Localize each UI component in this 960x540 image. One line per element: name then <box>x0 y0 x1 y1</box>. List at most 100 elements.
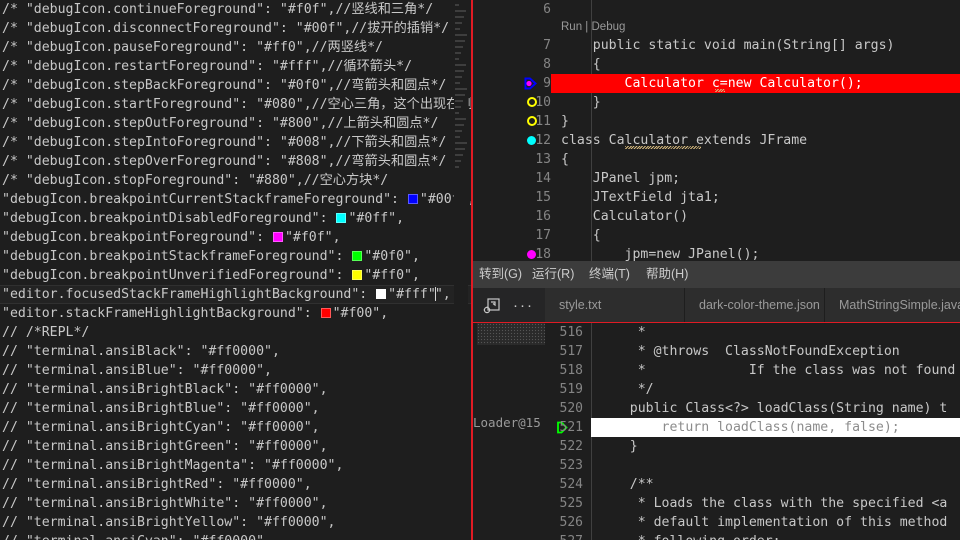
tab-bar-actions[interactable]: ··· <box>473 288 545 323</box>
left-code-line[interactable]: "debugIcon.breakpointCurrentStackframeFo… <box>0 190 475 209</box>
top-editor-row[interactable]: 17 { <box>473 226 960 245</box>
menu-item-0[interactable]: 转到(G) <box>473 261 528 288</box>
left-code-line[interactable]: // "terminal.ansiBrightBlue": "#ff0000", <box>0 399 475 418</box>
line-number: 521 <box>559 420 583 435</box>
codelens-run-debug[interactable]: Run | Debug <box>473 19 960 36</box>
left-code-line[interactable]: "debugIcon.breakpointStackframeForegroun… <box>0 247 475 266</box>
editor-tab[interactable]: dark-color-theme.json <box>685 288 825 323</box>
more-actions-icon[interactable]: ··· <box>513 288 534 323</box>
bottom-editor-row[interactable]: 520 public Class<?> loadClass(String nam… <box>473 399 960 418</box>
left-code-line[interactable]: "editor.stackFrameHighlightBackground": … <box>0 304 475 323</box>
bottom-editor-row[interactable]: 519 */ <box>473 380 960 399</box>
top-editor-row[interactable]: 11} <box>473 112 960 131</box>
minimap-line <box>455 154 463 156</box>
top-editor-row[interactable]: 9 Calculator c=new Calculator(); <box>473 74 960 93</box>
left-code-line[interactable]: // /*REPL*/ <box>0 323 475 342</box>
color-swatch[interactable] <box>272 232 283 242</box>
codelens-run-link[interactable]: Run <box>561 21 582 33</box>
top-editor-row[interactable]: 7 public static void main(String[] args) <box>473 36 960 55</box>
code-text: /* "debugIcon.stepBackForeground": "#0f0… <box>2 78 447 93</box>
left-code-line[interactable]: /* "debugIcon.continueForeground": "#f0f… <box>0 0 475 19</box>
left-code-line[interactable]: /* "debugIcon.disconnectForeground": "#0… <box>0 19 475 38</box>
top-editor-rows[interactable]: 6 Run | Debug 7 public static void main(St… <box>473 0 960 261</box>
split-editor-icon[interactable] <box>483 297 501 315</box>
color-swatch[interactable] <box>352 270 363 280</box>
codelens-debug-link[interactable]: Debug <box>592 21 626 33</box>
code-text: // "terminal.ansiCyan": "#ff0000", <box>2 534 272 540</box>
left-code-line[interactable]: "editor.focusedStackFrameHighlightBackgr… <box>0 285 475 304</box>
color-swatch[interactable] <box>407 194 418 204</box>
left-code-line[interactable]: /* "debugIcon.stopForeground": "#880",//… <box>0 171 475 190</box>
error-squiggle <box>715 89 725 92</box>
bottom-editor-row[interactable]: 518 * If the class was not found <box>473 361 960 380</box>
left-code-line[interactable]: /* "debugIcon.stepIntoForeground": "#008… <box>0 133 475 152</box>
left-code-line[interactable]: // "terminal.ansiBlue": "#ff0000", <box>0 361 475 380</box>
top-editor-row[interactable]: 12 class Calculator extends JFrame <box>473 131 960 150</box>
line-number: 9 <box>543 76 551 91</box>
bottom-editor-row[interactable]: 524 /** <box>473 475 960 494</box>
top-editor-row[interactable]: 13 { <box>473 150 960 169</box>
left-code-line[interactable]: // "terminal.ansiBlack": "#ff0000", <box>0 342 475 361</box>
bottom-editor-row[interactable]: 521 return loadClass(name, false); <box>473 418 960 437</box>
minimap-line <box>455 88 467 90</box>
color-swatch[interactable] <box>336 213 347 223</box>
top-editor-row[interactable]: 10 } <box>473 93 960 112</box>
color-swatch[interactable] <box>352 251 363 261</box>
bottom-editor-row[interactable]: 525 * Loads the class with the specified… <box>473 494 960 513</box>
minimap-line <box>455 40 465 42</box>
code-value: "#f0f", <box>284 230 341 245</box>
left-code-line[interactable]: /* "debugIcon.pauseForeground": "#ff0",/… <box>0 38 475 57</box>
bottom-editor-rows[interactable]: 516 * 517 * @throws ClassNotFoundExceptio… <box>473 323 960 540</box>
code-text: // "terminal.ansiBrightCyan": "#ff0000", <box>2 420 320 435</box>
menu-item-1[interactable]: 运行(R) <box>526 261 580 288</box>
bottom-editor-row[interactable]: 516 * <box>473 323 960 342</box>
bottom-editor-row[interactable]: 523 <box>473 456 960 475</box>
top-editor-row[interactable]: 8 { <box>473 55 960 74</box>
editor-tab[interactable]: style.txt <box>545 288 685 323</box>
left-code-line[interactable]: /* "debugIcon.stepBackForeground": "#0f0… <box>0 76 475 95</box>
top-code-editor[interactable]: 6 Run | Debug 7 public static void main(St… <box>473 0 960 261</box>
bottom-editor-row[interactable]: 526 * default implementation of this met… <box>473 513 960 532</box>
bottom-editor-row[interactable]: 527 * following order: <box>473 532 960 540</box>
minimap-line <box>455 142 467 144</box>
top-editor-row[interactable]: 18 jpm=new JPanel(); <box>473 245 960 261</box>
top-editor-row[interactable]: 14 JPanel jpm; <box>473 169 960 188</box>
left-code-line[interactable]: "debugIcon.breakpointDisabledForeground"… <box>0 209 475 228</box>
left-code-line[interactable]: /* "debugIcon.startForeground": "#080",/… <box>0 95 475 114</box>
code-text: * following order: <box>598 532 781 540</box>
left-code-line[interactable]: // "terminal.ansiBrightBlack": "#ff0000"… <box>0 380 475 399</box>
left-code-line[interactable]: /* "debugIcon.stepOverForeground": "#808… <box>0 152 475 171</box>
left-code-line[interactable]: // "terminal.ansiBrightCyan": "#ff0000", <box>0 418 475 437</box>
left-code-line[interactable]: // "terminal.ansiBrightWhite": "#ff0000"… <box>0 494 475 513</box>
editor-tab[interactable]: MathStringSimple.java <box>825 288 960 323</box>
left-code-line[interactable]: "debugIcon.breakpointForeground": "#f0f"… <box>0 228 475 247</box>
left-code-line[interactable]: // "terminal.ansiBrightMagenta": "#ff000… <box>0 456 475 475</box>
menu-item-2[interactable]: 终端(T) <box>583 261 636 288</box>
top-editor-row[interactable]: 16 Calculator() <box>473 207 960 226</box>
code-value: "#0f0", <box>364 249 420 264</box>
minimap-line <box>455 106 461 108</box>
left-code-line[interactable]: // "terminal.ansiBrightRed": "#ff0000", <box>0 475 475 494</box>
editor-tab-bar[interactable]: ··· style.txt dark-color-theme.json MathSt… <box>473 288 960 323</box>
bottom-editor-row[interactable]: 522 } <box>473 437 960 456</box>
top-editor-row[interactable]: 6 <box>473 0 960 19</box>
left-editor-minimap[interactable] <box>454 0 468 540</box>
left-code-line[interactable]: // "terminal.ansiBrightYellow": "#ff0000… <box>0 513 475 532</box>
left-editor-code[interactable]: /* "debugIcon.continueForeground": "#f0f… <box>0 0 475 540</box>
top-editor-row[interactable]: 15 JTextField jta1; <box>473 188 960 207</box>
bottom-code-editor[interactable]: Loader@15 516 * 517 * @throws ClassNotFou… <box>473 323 960 540</box>
color-swatch[interactable] <box>320 308 331 318</box>
left-code-line[interactable]: "debugIcon.breakpointUnverifiedForegroun… <box>0 266 475 285</box>
left-editor-pane[interactable]: /* "debugIcon.continueForeground": "#f0f… <box>0 0 475 540</box>
color-swatch[interactable] <box>376 289 387 299</box>
line-number: 13 <box>535 152 551 167</box>
code-text: /* "debugIcon.stepIntoForeground": "#008… <box>2 135 447 150</box>
left-code-line[interactable]: /* "debugIcon.stepOutForeground": "#800"… <box>0 114 475 133</box>
menu-bar[interactable]: 转到(G) 运行(R) 终端(T) 帮助(H) <box>473 261 960 288</box>
left-code-line[interactable]: // "terminal.ansiBrightGreen": "#ff0000"… <box>0 437 475 456</box>
menu-item-3[interactable]: 帮助(H) <box>640 261 694 288</box>
left-code-line[interactable]: /* "debugIcon.restartForeground": "#fff"… <box>0 57 475 76</box>
bottom-editor-row[interactable]: 517 * @throws ClassNotFoundException <box>473 342 960 361</box>
line-number: 517 <box>559 344 583 359</box>
left-code-line[interactable]: // "terminal.ansiCyan": "#ff0000", <box>0 532 475 540</box>
